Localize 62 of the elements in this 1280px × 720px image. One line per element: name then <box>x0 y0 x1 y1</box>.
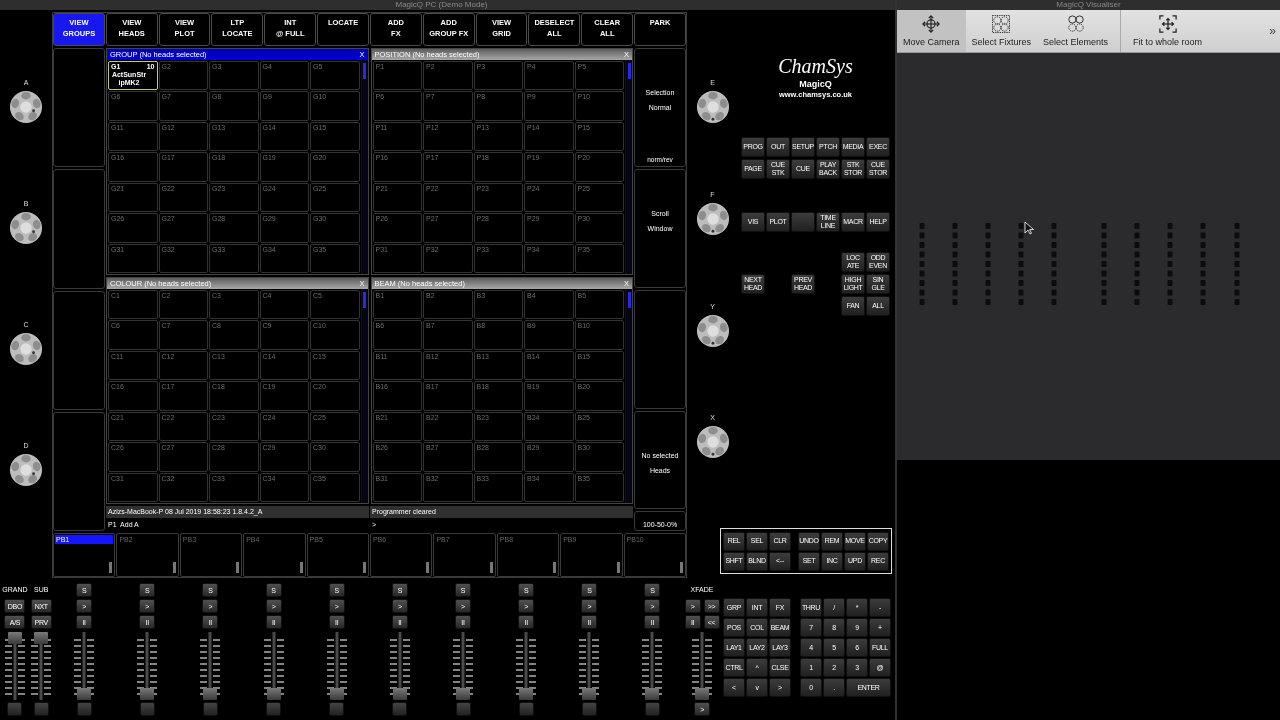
encoder-knob[interactable] <box>9 90 43 124</box>
fader-handle[interactable] <box>392 688 407 700</box>
fader[interactable] <box>135 632 160 700</box>
four-way-arrow-icon <box>922 15 941 33</box>
scrollbar[interactable] <box>360 59 368 274</box>
fader-handle[interactable] <box>456 688 470 700</box>
fader[interactable] <box>690 632 715 700</box>
encoder-knob[interactable] <box>695 201 730 236</box>
fader[interactable] <box>451 632 475 700</box>
toolbar-button[interactable]: Select Fixtures <box>965 10 1038 52</box>
level-indicator <box>109 562 113 573</box>
fader[interactable] <box>3 632 27 700</box>
fader-handle[interactable] <box>8 632 22 644</box>
circles-icon <box>1066 15 1085 33</box>
dotted-circles-icon <box>992 15 1011 33</box>
level-indicator <box>616 562 620 573</box>
fit-view-icon <box>1158 15 1177 33</box>
scrollbar[interactable] <box>360 288 368 503</box>
brand-logo: ChamSys <box>778 54 853 78</box>
fader[interactable] <box>514 632 539 700</box>
fader-handle[interactable] <box>266 688 281 700</box>
level-indicator <box>553 562 557 573</box>
encoder-knob[interactable] <box>695 90 730 124</box>
encoder-knob[interactable] <box>9 211 43 245</box>
fader-handle[interactable] <box>140 688 155 700</box>
level-indicator <box>236 562 240 573</box>
encoder-knob[interactable] <box>695 313 730 348</box>
scrollbar[interactable] <box>625 288 632 503</box>
fader-handle[interactable] <box>645 688 660 700</box>
fader-handle[interactable] <box>582 688 597 700</box>
encoder-knob[interactable] <box>695 425 730 460</box>
encoder-knob[interactable] <box>9 453 43 487</box>
scrollbar[interactable] <box>625 59 632 274</box>
product-name: MagicQ <box>799 78 832 90</box>
fader[interactable] <box>387 632 412 700</box>
fader[interactable] <box>29 632 54 700</box>
level-indicator <box>680 562 683 573</box>
level-indicator <box>426 562 430 573</box>
level-indicator <box>299 562 303 573</box>
fader-handle[interactable] <box>34 632 49 644</box>
window-title: MagicQ Visualiser <box>897 0 1280 10</box>
toolbar-button[interactable]: Move Camera <box>897 10 966 52</box>
fader-handle[interactable] <box>77 688 92 700</box>
fader[interactable] <box>577 632 602 700</box>
toolbar-button[interactable]: Select Elements <box>1037 10 1115 52</box>
overflow-button[interactable]: » <box>1265 10 1280 52</box>
fader-handle[interactable] <box>519 688 534 700</box>
level-indicator <box>172 562 176 573</box>
fader[interactable] <box>261 632 286 700</box>
fader-handle[interactable] <box>329 688 344 700</box>
fader-handle[interactable] <box>203 688 218 700</box>
fader[interactable] <box>72 632 97 700</box>
level-indicator <box>363 562 366 573</box>
level-indicator <box>489 562 493 573</box>
fader[interactable] <box>324 632 349 700</box>
window-title: MagicQ PC (Demo Mode) <box>0 0 895 10</box>
fader[interactable] <box>198 632 223 700</box>
toolbar-button[interactable]: Fit to whole room <box>1127 10 1209 52</box>
fader[interactable] <box>640 632 665 700</box>
encoder-knob[interactable] <box>9 332 43 366</box>
cursor-icon <box>1024 221 1034 235</box>
fader-handle[interactable] <box>695 688 710 700</box>
